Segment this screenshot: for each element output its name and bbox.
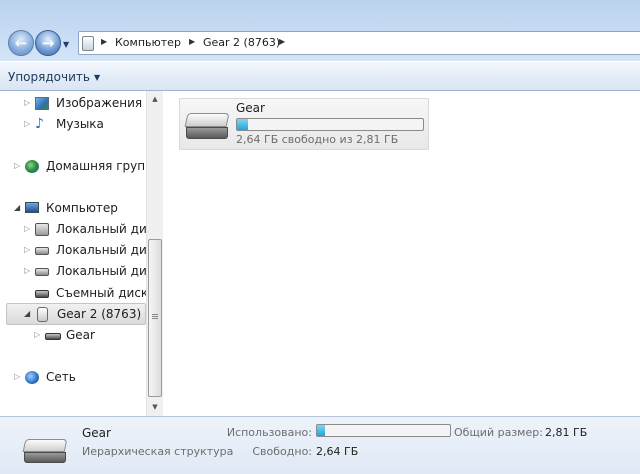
drive-name: Gear <box>236 101 265 115</box>
nav-item-label: Локальный диск <box>56 243 146 257</box>
chevron-down-icon: ▼ <box>93 73 101 82</box>
network-icon <box>25 371 39 384</box>
used-label: Использовано: <box>226 426 312 439</box>
breadcrumb-computer[interactable]: Компьютер <box>115 36 181 49</box>
nav-item-label: Изображения <box>56 96 143 110</box>
nav-item-label: Gear <box>66 328 95 342</box>
expand-arrow-icon[interactable]: ▷ <box>24 261 30 281</box>
nav-item-local-disk-2[interactable]: ▷ Локальный диск <box>24 240 146 260</box>
recent-pages-dropdown[interactable]: ▼ <box>63 40 69 49</box>
grip-icon <box>152 314 158 320</box>
free-space-value: 2,64 ГБ <box>316 445 359 458</box>
drive-usage-fill <box>237 119 249 130</box>
address-field[interactable]: ▶ Компьютер ▶ Gear 2 (8763) ▶ <box>78 31 640 55</box>
back-button[interactable]: ← <box>8 30 34 56</box>
expand-arrow-icon[interactable]: ▷ <box>14 367 20 387</box>
collapse-arrow-icon[interactable]: ◢ <box>14 198 20 218</box>
nav-item-label: Музыка <box>56 117 104 131</box>
nav-item-label: Домашняя группа <box>46 159 146 173</box>
total-size-value: 2,81 ГБ <box>545 426 588 439</box>
collapse-arrow-icon[interactable]: ◢ <box>24 304 30 324</box>
expand-arrow-icon[interactable]: ▷ <box>24 219 30 239</box>
music-icon: ♪ <box>35 116 44 132</box>
scrollbar-thumb[interactable] <box>148 239 162 397</box>
command-bar: Упорядочить ▼ <box>0 61 640 91</box>
nav-item-gear-storage[interactable]: ▷ Gear <box>34 325 144 345</box>
expand-arrow-icon[interactable]: ▷ <box>24 240 30 260</box>
computer-icon <box>25 202 39 213</box>
drive-usage-bar <box>236 118 424 131</box>
drive-free-space: 2,64 ГБ свободно из 2,81 ГБ <box>236 133 399 146</box>
nav-item-homegroup[interactable]: ▷ Домашняя группа <box>14 156 146 176</box>
scroll-down-arrow-icon[interactable]: ▼ <box>147 399 163 416</box>
details-usage-bar <box>316 424 451 437</box>
details-pane: Gear Иерархическая структура Использован… <box>0 416 640 474</box>
nav-item-computer[interactable]: ◢ Компьютер <box>14 198 146 218</box>
navigation-pane: ▷ Изображения ▷ ♪ Музыка ▷ Домашняя груп… <box>0 91 146 416</box>
details-usage-fill <box>317 425 325 436</box>
drive-icon <box>45 333 61 340</box>
nav-item-label: Gear 2 (8763) <box>57 307 142 321</box>
expand-arrow-icon[interactable]: ▷ <box>34 325 40 345</box>
breadcrumb-separator-icon[interactable]: ▶ <box>279 37 285 46</box>
hard-drive-icon <box>35 268 49 276</box>
content-pane: Gear 2,64 ГБ свободно из 2,81 ГБ <box>164 91 640 416</box>
nav-item-removable-disk[interactable]: Съемный диск ( <box>24 283 146 303</box>
total-size-label: Общий размер: <box>454 426 543 439</box>
nav-item-pictures[interactable]: ▷ Изображения <box>24 93 144 113</box>
nav-item-label: Компьютер <box>46 201 118 215</box>
portable-device-icon <box>37 307 48 322</box>
nav-item-label: Локальный диск <box>56 222 146 236</box>
nav-item-music[interactable]: ▷ ♪ Музыка <box>24 114 144 134</box>
nav-item-label: Сеть <box>46 370 76 384</box>
address-bar-area: ← → ▼ ▶ Компьютер ▶ Gear 2 (8763) ▶ <box>0 0 640 61</box>
nav-item-label: Локальный диск <box>56 264 146 278</box>
nav-item-gear-device[interactable]: ◢ Gear 2 (8763) <box>6 303 146 325</box>
breadcrumb-separator-icon[interactable]: ▶ <box>189 37 195 46</box>
forward-button[interactable]: → <box>35 30 61 56</box>
breadcrumb-separator-icon[interactable]: ▶ <box>101 37 107 46</box>
expand-arrow-icon[interactable]: ▷ <box>24 114 30 134</box>
details-type: Иерархическая структура <box>82 445 234 458</box>
breadcrumb-device[interactable]: Gear 2 (8763) <box>203 36 280 49</box>
hard-drive-icon <box>35 247 49 255</box>
drive-icon <box>22 439 68 463</box>
homegroup-icon <box>25 160 39 173</box>
scroll-up-arrow-icon[interactable]: ▲ <box>147 91 163 108</box>
drive-icon <box>184 113 230 139</box>
nav-scrollbar[interactable]: ▲ ▼ <box>146 91 163 416</box>
free-space-label: Свободно: <box>252 445 312 458</box>
removable-drive-icon <box>35 290 49 298</box>
organize-label: Упорядочить <box>8 70 90 84</box>
device-icon <box>82 36 94 51</box>
nav-item-network[interactable]: ▷ Сеть <box>14 367 144 387</box>
drive-tile-gear[interactable]: Gear 2,64 ГБ свободно из 2,81 ГБ <box>179 98 429 150</box>
nav-item-label: Съемный диск ( <box>56 286 146 300</box>
pictures-icon <box>35 97 49 110</box>
nav-item-local-disk-1[interactable]: ▷ Локальный диск <box>24 219 146 239</box>
expand-arrow-icon[interactable]: ▷ <box>14 156 20 176</box>
expand-arrow-icon[interactable]: ▷ <box>24 93 30 113</box>
details-name: Gear <box>82 426 111 440</box>
nav-item-local-disk-3[interactable]: ▷ Локальный диск <box>24 261 146 281</box>
organize-button[interactable]: Упорядочить ▼ <box>8 70 100 84</box>
windows-drive-icon <box>35 223 49 236</box>
